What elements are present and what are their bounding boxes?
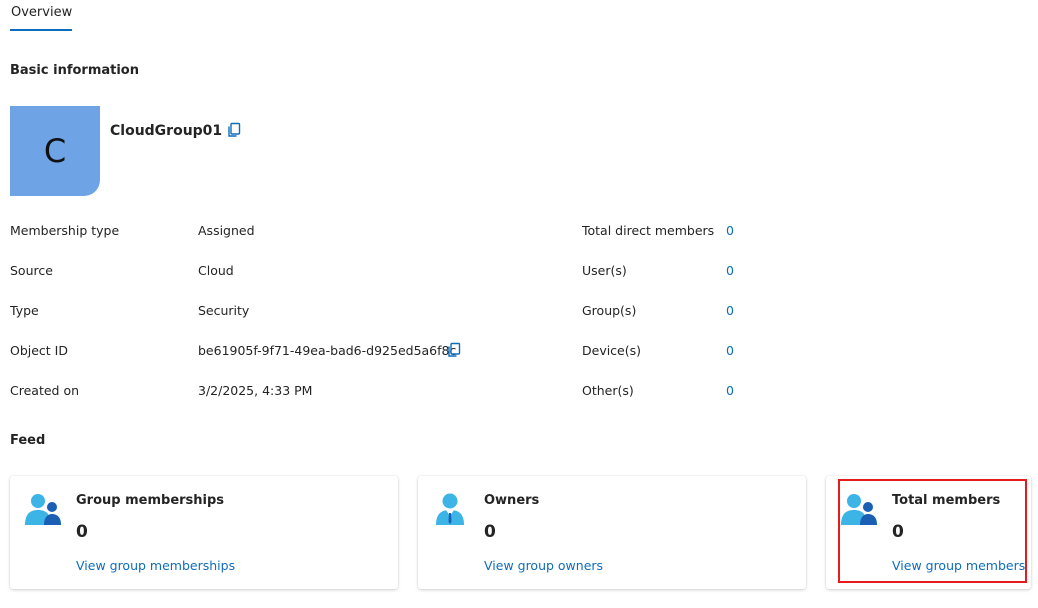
view-group-owners-link[interactable]: View group owners: [484, 558, 603, 573]
users-label: User(s): [582, 263, 627, 278]
copy-icon[interactable]: [226, 122, 242, 138]
groups-label: Group(s): [582, 303, 637, 318]
view-group-members-link[interactable]: View group members: [892, 558, 1025, 573]
people-icon: [841, 494, 877, 525]
tab-active-indicator: [10, 29, 72, 31]
person-icon: [436, 493, 464, 525]
card-title: Group memberships: [76, 493, 225, 508]
created-on-value: 3/2/2025, 4:33 PM: [198, 383, 313, 398]
source-label: Source: [10, 263, 53, 278]
copy-icon[interactable]: [446, 342, 462, 358]
object-id-label: Object ID: [10, 343, 68, 358]
total-direct-members-label: Total direct members: [582, 223, 715, 238]
users-count-link[interactable]: 0: [726, 263, 734, 278]
type-value: Security: [198, 303, 250, 318]
others-label: Other(s): [582, 383, 634, 398]
source-value: Cloud: [198, 263, 234, 278]
membership-type-value: Assigned: [198, 223, 255, 238]
card-count: 0: [892, 522, 904, 542]
object-id-value: be61905f-9f71-49ea-bad6-d925ed5a6f8c: [198, 343, 457, 358]
card-count: 0: [484, 522, 496, 542]
total-members-card: Total members 0 View group members: [826, 476, 1031, 589]
card-title: Owners: [484, 493, 540, 508]
basic-information-heading: Basic information: [10, 63, 139, 78]
devices-count-link[interactable]: 0: [726, 343, 734, 358]
others-count-link[interactable]: 0: [726, 383, 734, 398]
membership-type-label: Membership type: [10, 223, 120, 238]
groups-count-link[interactable]: 0: [726, 303, 734, 318]
view-group-memberships-link[interactable]: View group memberships: [76, 558, 235, 573]
type-label: Type: [10, 303, 39, 318]
avatar: C: [10, 106, 100, 196]
group-memberships-card: Group memberships 0 View group membershi…: [10, 476, 398, 589]
card-count: 0: [76, 522, 88, 542]
group-name: CloudGroup01: [110, 123, 223, 139]
card-title: Total members: [892, 493, 1001, 508]
total-direct-members-link[interactable]: 0: [726, 223, 734, 238]
created-on-label: Created on: [10, 383, 80, 398]
tab-overview[interactable]: Overview: [10, 0, 73, 32]
devices-label: Device(s): [582, 343, 642, 358]
feed-heading: Feed: [10, 433, 46, 448]
people-icon: [25, 494, 61, 525]
owners-card: Owners 0 View group owners: [418, 476, 806, 589]
avatar-letter: C: [43, 132, 67, 170]
